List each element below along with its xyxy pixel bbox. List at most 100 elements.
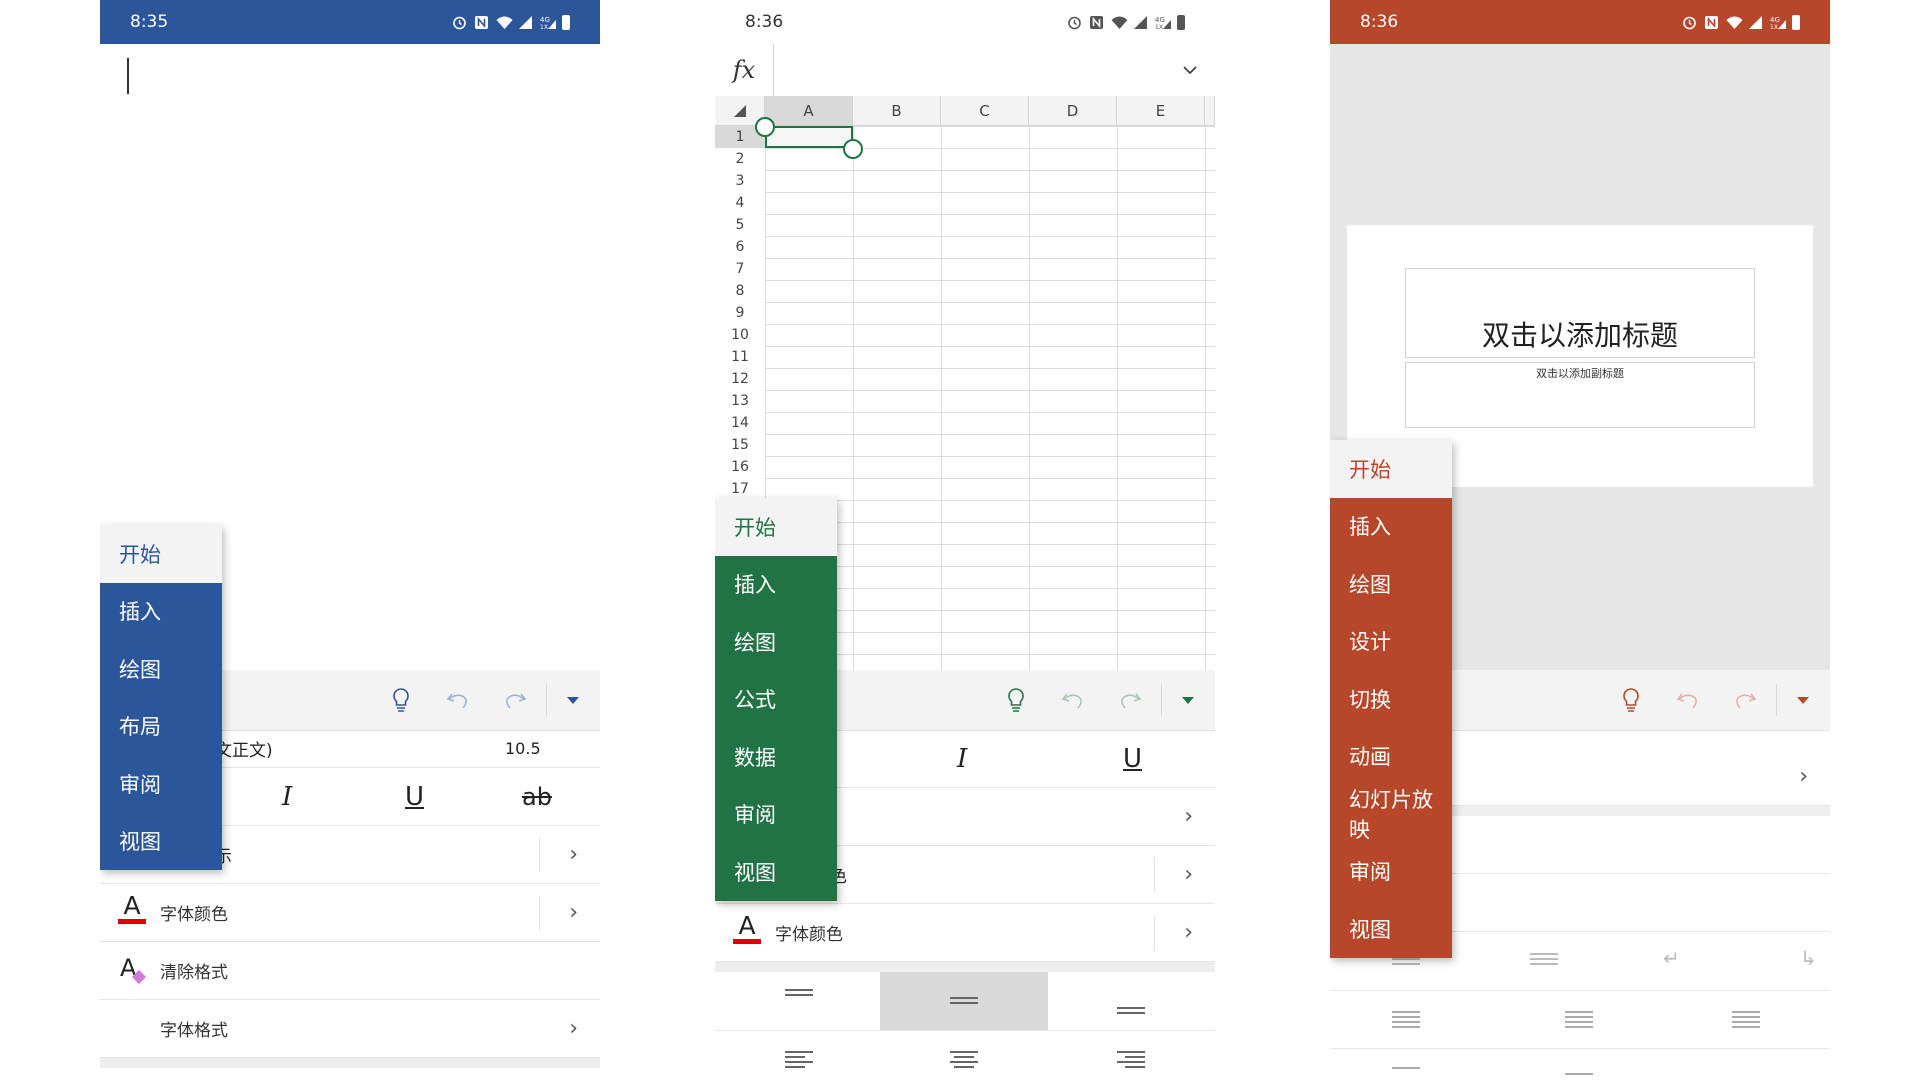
row-header[interactable]: 10 bbox=[715, 324, 765, 346]
increase-indent-icon[interactable] bbox=[1530, 950, 1558, 968]
tab-insert[interactable]: 插入 bbox=[715, 555, 837, 613]
selection-handle-end[interactable] bbox=[843, 139, 863, 159]
row-header[interactable]: 16 bbox=[715, 456, 765, 478]
row-header[interactable]: 6 bbox=[715, 236, 765, 258]
signal-4g-icon: 4G 1X bbox=[540, 15, 556, 31]
grid-line bbox=[765, 280, 1215, 281]
align-right-icon[interactable] bbox=[1732, 1008, 1760, 1031]
wifi-icon bbox=[1726, 15, 1743, 30]
battery-icon bbox=[562, 14, 570, 30]
tab-layout[interactable]: 布局 bbox=[100, 697, 222, 755]
column-header[interactable]: B bbox=[853, 96, 941, 126]
row-header[interactable]: 7 bbox=[715, 258, 765, 280]
chevron-down-icon[interactable] bbox=[1183, 60, 1197, 79]
row-header[interactable]: 15 bbox=[715, 434, 765, 456]
tab-draw[interactable]: 绘图 bbox=[1330, 555, 1452, 613]
row-header[interactable]: 5 bbox=[715, 214, 765, 236]
row-header[interactable]: 11 bbox=[715, 346, 765, 368]
chevron-right-icon: › bbox=[1184, 920, 1193, 945]
tab-review[interactable]: 审阅 bbox=[1330, 842, 1452, 900]
font-color-icon: A bbox=[733, 913, 761, 944]
clear-format-row[interactable]: A 清除格式 bbox=[100, 942, 600, 1000]
rtl-direction-icon[interactable]: ↳ bbox=[1800, 946, 1817, 970]
cell-selection[interactable] bbox=[765, 126, 853, 148]
row-header[interactable]: 14 bbox=[715, 412, 765, 434]
align-left-icon[interactable] bbox=[785, 1048, 813, 1071]
tab-view[interactable]: 视图 bbox=[1330, 900, 1452, 958]
align-left-icon[interactable] bbox=[1392, 1008, 1420, 1031]
lightbulb-icon[interactable] bbox=[1618, 687, 1644, 713]
grid-line bbox=[765, 192, 1215, 193]
row-header[interactable]: 12 bbox=[715, 368, 765, 390]
row-header[interactable]: 3 bbox=[715, 170, 765, 192]
tab-data[interactable]: 数据 bbox=[715, 728, 837, 786]
grid-line bbox=[1117, 126, 1118, 670]
grid-line bbox=[1029, 126, 1030, 670]
align-right-icon[interactable] bbox=[1117, 1048, 1145, 1071]
status-time: 8:35 bbox=[130, 12, 169, 32]
tab-design[interactable]: 设计 bbox=[1330, 612, 1452, 670]
row-header[interactable]: 17 bbox=[715, 478, 765, 500]
font-color-row[interactable]: A 字体颜色 › bbox=[715, 904, 1215, 962]
align-bottom-icon[interactable] bbox=[1117, 1004, 1145, 1017]
column-header[interactable]: A bbox=[765, 96, 853, 126]
align-top-icon[interactable] bbox=[785, 986, 813, 999]
formula-bar[interactable]: fx bbox=[715, 44, 1215, 97]
column-header[interactable]: D bbox=[1029, 96, 1117, 126]
tab-review[interactable]: 审阅 bbox=[100, 755, 222, 813]
tab-view[interactable]: 视图 bbox=[100, 812, 222, 870]
caret-down-icon[interactable] bbox=[560, 687, 586, 713]
redo-icon[interactable] bbox=[1117, 687, 1143, 713]
lightbulb-icon[interactable] bbox=[388, 687, 414, 713]
strikethrough-button[interactable]: ab bbox=[522, 783, 552, 811]
tab-view[interactable]: 视图 bbox=[715, 843, 837, 901]
tab-slideshow[interactable]: 幻灯片放映 bbox=[1330, 785, 1452, 843]
font-color-row[interactable]: A 字体颜色 › bbox=[100, 884, 600, 942]
tab-transitions[interactable]: 切换 bbox=[1330, 670, 1452, 728]
selection-handle-start[interactable] bbox=[755, 117, 775, 137]
align-center-icon[interactable] bbox=[950, 1048, 978, 1071]
undo-icon[interactable] bbox=[1060, 687, 1086, 713]
subtitle-placeholder[interactable]: 双击以添加副标题 bbox=[1405, 362, 1755, 428]
column-header[interactable]: E bbox=[1117, 96, 1205, 126]
tab-formulas[interactable]: 公式 bbox=[715, 670, 837, 728]
caret-down-icon[interactable] bbox=[1790, 687, 1816, 713]
caret-down-icon[interactable] bbox=[1175, 687, 1201, 713]
redo-icon[interactable] bbox=[502, 687, 528, 713]
redo-icon[interactable] bbox=[1732, 687, 1758, 713]
font-format-row[interactable]: 字体格式 › bbox=[100, 1000, 600, 1058]
row-header[interactable]: 4 bbox=[715, 192, 765, 214]
align-middle-icon[interactable] bbox=[1565, 1070, 1593, 1078]
align-center-icon[interactable] bbox=[1565, 1008, 1593, 1031]
lightbulb-icon[interactable] bbox=[1003, 687, 1029, 713]
tab-animations[interactable]: 动画 bbox=[1330, 727, 1452, 785]
tab-review[interactable]: 审阅 bbox=[715, 785, 837, 843]
italic-button[interactable]: I bbox=[957, 744, 967, 774]
tab-insert[interactable]: 插入 bbox=[100, 582, 222, 640]
vertical-align-row bbox=[1330, 1048, 1830, 1080]
tab-home[interactable]: 开始 bbox=[1330, 440, 1452, 498]
battery-icon bbox=[1177, 14, 1185, 30]
tab-home[interactable]: 开始 bbox=[100, 525, 222, 583]
italic-button[interactable]: I bbox=[282, 782, 292, 812]
row-header[interactable]: 2 bbox=[715, 148, 765, 170]
row-header[interactable]: 9 bbox=[715, 302, 765, 324]
align-top-icon[interactable] bbox=[1392, 1064, 1420, 1072]
underline-button[interactable]: U bbox=[405, 782, 424, 812]
row-header[interactable]: 8 bbox=[715, 280, 765, 302]
tab-draw[interactable]: 绘图 bbox=[100, 640, 222, 698]
column-header[interactable]: C bbox=[941, 96, 1029, 126]
row-divider bbox=[539, 896, 540, 930]
undo-icon[interactable] bbox=[1675, 687, 1701, 713]
undo-icon[interactable] bbox=[445, 687, 471, 713]
tab-home[interactable]: 开始 bbox=[715, 498, 837, 556]
tab-insert[interactable]: 插入 bbox=[1330, 497, 1452, 555]
row-header[interactable]: 13 bbox=[715, 390, 765, 412]
align-middle-icon[interactable] bbox=[950, 994, 978, 1007]
title-placeholder[interactable]: 双击以添加标题 bbox=[1405, 268, 1755, 358]
tab-draw[interactable]: 绘图 bbox=[715, 613, 837, 671]
underline-button[interactable]: U bbox=[1123, 744, 1142, 774]
ltr-direction-icon[interactable]: ↵ bbox=[1663, 946, 1680, 970]
word-phone: 8:35 4G 1X 文正文) 10.5 I U ab 示 › A 字体颜色 ›… bbox=[100, 0, 600, 1080]
grid-line bbox=[765, 258, 1215, 259]
